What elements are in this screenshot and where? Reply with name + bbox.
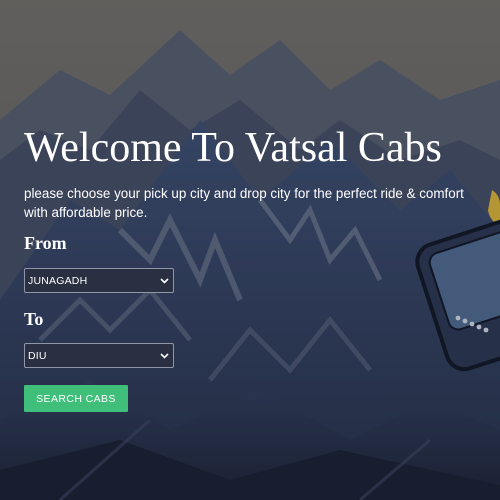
chevron-down-icon xyxy=(159,276,169,286)
from-city-select[interactable]: JUNAGADH xyxy=(24,268,174,293)
from-label: From xyxy=(24,233,67,253)
chevron-down-icon xyxy=(159,351,169,361)
search-cabs-button[interactable]: SEARCH CABS xyxy=(24,385,128,412)
to-city-value: DIU xyxy=(28,349,47,362)
background-overlay xyxy=(0,0,500,500)
to-city-select[interactable]: DIU xyxy=(24,343,174,368)
from-city-value: JUNAGADH xyxy=(28,274,88,287)
hero-subtitle: please choose your pick up city and drop… xyxy=(24,186,464,220)
page-title: Welcome To Vatsal Cabs xyxy=(24,125,442,171)
to-label: To xyxy=(24,309,44,329)
